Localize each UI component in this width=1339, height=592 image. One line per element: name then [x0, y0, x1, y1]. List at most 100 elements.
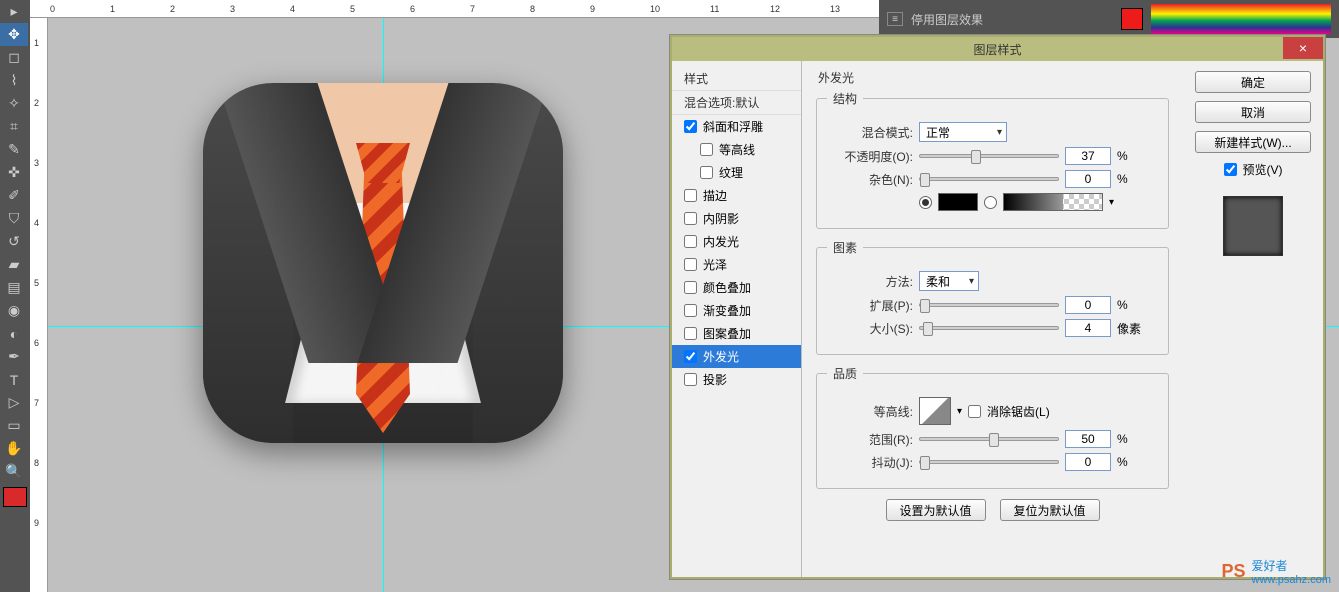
- menu-disable-effects[interactable]: 停用图层效果: [911, 11, 983, 28]
- dialog-close-button[interactable]: ×: [1283, 37, 1323, 59]
- settings-panel: 外发光 结构 混合模式: 正常 不透明度(O): % 杂色(N): %: [802, 61, 1183, 577]
- style-item[interactable]: 颜色叠加: [672, 276, 801, 299]
- antialias-label: 消除锯齿(L): [987, 403, 1050, 420]
- actions-panel: 确定 取消 新建样式(W)... 预览(V): [1183, 61, 1323, 577]
- eyedropper-tool-icon[interactable]: ✎: [0, 138, 28, 161]
- style-item[interactable]: 图案叠加: [672, 322, 801, 345]
- shape-tool-icon[interactable]: ▭: [0, 414, 28, 437]
- opacity-slider[interactable]: [919, 154, 1059, 158]
- jitter-input[interactable]: [1065, 453, 1111, 471]
- color-ramp[interactable]: [1151, 4, 1331, 34]
- style-checkbox[interactable]: [684, 350, 697, 363]
- style-item[interactable]: 纹理: [672, 161, 801, 184]
- wand-tool-icon[interactable]: ✧: [0, 92, 28, 115]
- foreground-color-swatch[interactable]: [3, 487, 27, 507]
- preview-checkbox[interactable]: [1224, 163, 1237, 176]
- style-checkbox[interactable]: [684, 235, 697, 248]
- style-checkbox[interactable]: [684, 212, 697, 225]
- style-item[interactable]: 外发光: [672, 345, 801, 368]
- style-checkbox[interactable]: [684, 327, 697, 340]
- style-checkbox[interactable]: [684, 189, 697, 202]
- style-item[interactable]: 等高线: [672, 138, 801, 161]
- make-default-button[interactable]: 设置为默认值: [886, 499, 986, 521]
- style-item[interactable]: 光泽: [672, 253, 801, 276]
- watermark: PS 爱好者 www.psahz.com: [1222, 557, 1332, 586]
- style-label: 颜色叠加: [703, 279, 751, 296]
- zoom-tool-icon[interactable]: 🔍: [0, 460, 28, 483]
- style-label: 描边: [703, 187, 727, 204]
- elements-group: 图素 方法: 柔和 扩展(P): % 大小(S): 像素: [816, 239, 1169, 355]
- style-item[interactable]: 内阴影: [672, 207, 801, 230]
- dodge-tool-icon[interactable]: ◐: [0, 322, 28, 345]
- style-label: 纹理: [719, 164, 743, 181]
- opacity-input[interactable]: [1065, 147, 1111, 165]
- history-brush-icon[interactable]: ↺: [0, 230, 28, 253]
- lasso-tool-icon[interactable]: ⌇: [0, 69, 28, 92]
- range-slider[interactable]: [919, 437, 1059, 441]
- style-item[interactable]: 斜面和浮雕: [672, 115, 801, 138]
- style-checkbox[interactable]: [700, 143, 713, 156]
- preview-label: 预览(V): [1243, 161, 1283, 178]
- layers-icon[interactable]: ≡: [887, 12, 903, 26]
- color-swatch[interactable]: [1121, 8, 1143, 30]
- marquee-tool-icon[interactable]: ◻: [0, 46, 28, 69]
- range-unit: %: [1117, 432, 1128, 446]
- style-label: 等高线: [719, 141, 755, 158]
- noise-slider[interactable]: [919, 177, 1059, 181]
- expand-tool-icon[interactable]: ▸: [0, 0, 28, 23]
- pen-tool-icon[interactable]: ✒: [0, 345, 28, 368]
- style-checkbox[interactable]: [700, 166, 713, 179]
- brush-tool-icon[interactable]: ✐: [0, 184, 28, 207]
- preview-swatch: [1223, 196, 1283, 256]
- spread-slider[interactable]: [919, 303, 1059, 307]
- style-checkbox[interactable]: [684, 373, 697, 386]
- spread-input[interactable]: [1065, 296, 1111, 314]
- type-tool-icon[interactable]: T: [0, 368, 28, 391]
- crop-tool-icon[interactable]: ⌗: [0, 115, 28, 138]
- reset-default-button[interactable]: 复位为默认值: [1000, 499, 1100, 521]
- ok-button[interactable]: 确定: [1195, 71, 1311, 93]
- style-item[interactable]: 内发光: [672, 230, 801, 253]
- antialias-checkbox[interactable]: [968, 405, 981, 418]
- method-select[interactable]: 柔和: [919, 271, 979, 291]
- style-checkbox[interactable]: [684, 281, 697, 294]
- style-label: 图案叠加: [703, 325, 751, 342]
- glow-gradient-picker[interactable]: [1003, 193, 1103, 211]
- stamp-tool-icon[interactable]: ⛉: [0, 207, 28, 230]
- move-tool-icon[interactable]: ✥: [0, 23, 28, 46]
- styles-header[interactable]: 样式: [672, 67, 801, 90]
- glow-color-picker[interactable]: [938, 193, 978, 211]
- gradient-tool-icon[interactable]: ▤: [0, 276, 28, 299]
- tool-toolbar: ▸ ✥ ◻ ⌇ ✧ ⌗ ✎ ✜ ✐ ⛉ ↺ ▰ ▤ ◉ ◐ ✒ T ▷ ▭ ✋ …: [0, 0, 30, 592]
- color-radio[interactable]: [919, 196, 932, 209]
- blend-mode-select[interactable]: 正常: [919, 122, 1007, 142]
- eraser-tool-icon[interactable]: ▰: [0, 253, 28, 276]
- path-tool-icon[interactable]: ▷: [0, 391, 28, 414]
- styles-list: 样式 混合选项:默认 斜面和浮雕等高线纹理描边内阴影内发光光泽颜色叠加渐变叠加图…: [672, 61, 802, 577]
- cancel-button[interactable]: 取消: [1195, 101, 1311, 123]
- style-item[interactable]: 投影: [672, 368, 801, 391]
- new-style-button[interactable]: 新建样式(W)...: [1195, 131, 1311, 153]
- size-input[interactable]: [1065, 319, 1111, 337]
- size-slider[interactable]: [919, 326, 1059, 330]
- quality-group: 品质 等高线: ▾ 消除锯齿(L) 范围(R): % 抖动(J):: [816, 365, 1169, 489]
- dialog-titlebar[interactable]: 图层样式 ×: [672, 37, 1323, 61]
- panel-header: ≡ 停用图层效果: [879, 0, 1339, 38]
- noise-input[interactable]: [1065, 170, 1111, 188]
- style-checkbox[interactable]: [684, 120, 697, 133]
- size-label: 大小(S):: [827, 320, 913, 337]
- style-checkbox[interactable]: [684, 304, 697, 317]
- style-checkbox[interactable]: [684, 258, 697, 271]
- gradient-radio[interactable]: [984, 196, 997, 209]
- hand-tool-icon[interactable]: ✋: [0, 437, 28, 460]
- contour-picker[interactable]: [919, 397, 951, 425]
- range-input[interactable]: [1065, 430, 1111, 448]
- heal-tool-icon[interactable]: ✜: [0, 161, 28, 184]
- noise-unit: %: [1117, 172, 1128, 186]
- style-item[interactable]: 描边: [672, 184, 801, 207]
- blend-options-item[interactable]: 混合选项:默认: [672, 90, 801, 115]
- style-item[interactable]: 渐变叠加: [672, 299, 801, 322]
- blur-tool-icon[interactable]: ◉: [0, 299, 28, 322]
- jitter-slider[interactable]: [919, 460, 1059, 464]
- blend-mode-label: 混合模式:: [827, 124, 913, 141]
